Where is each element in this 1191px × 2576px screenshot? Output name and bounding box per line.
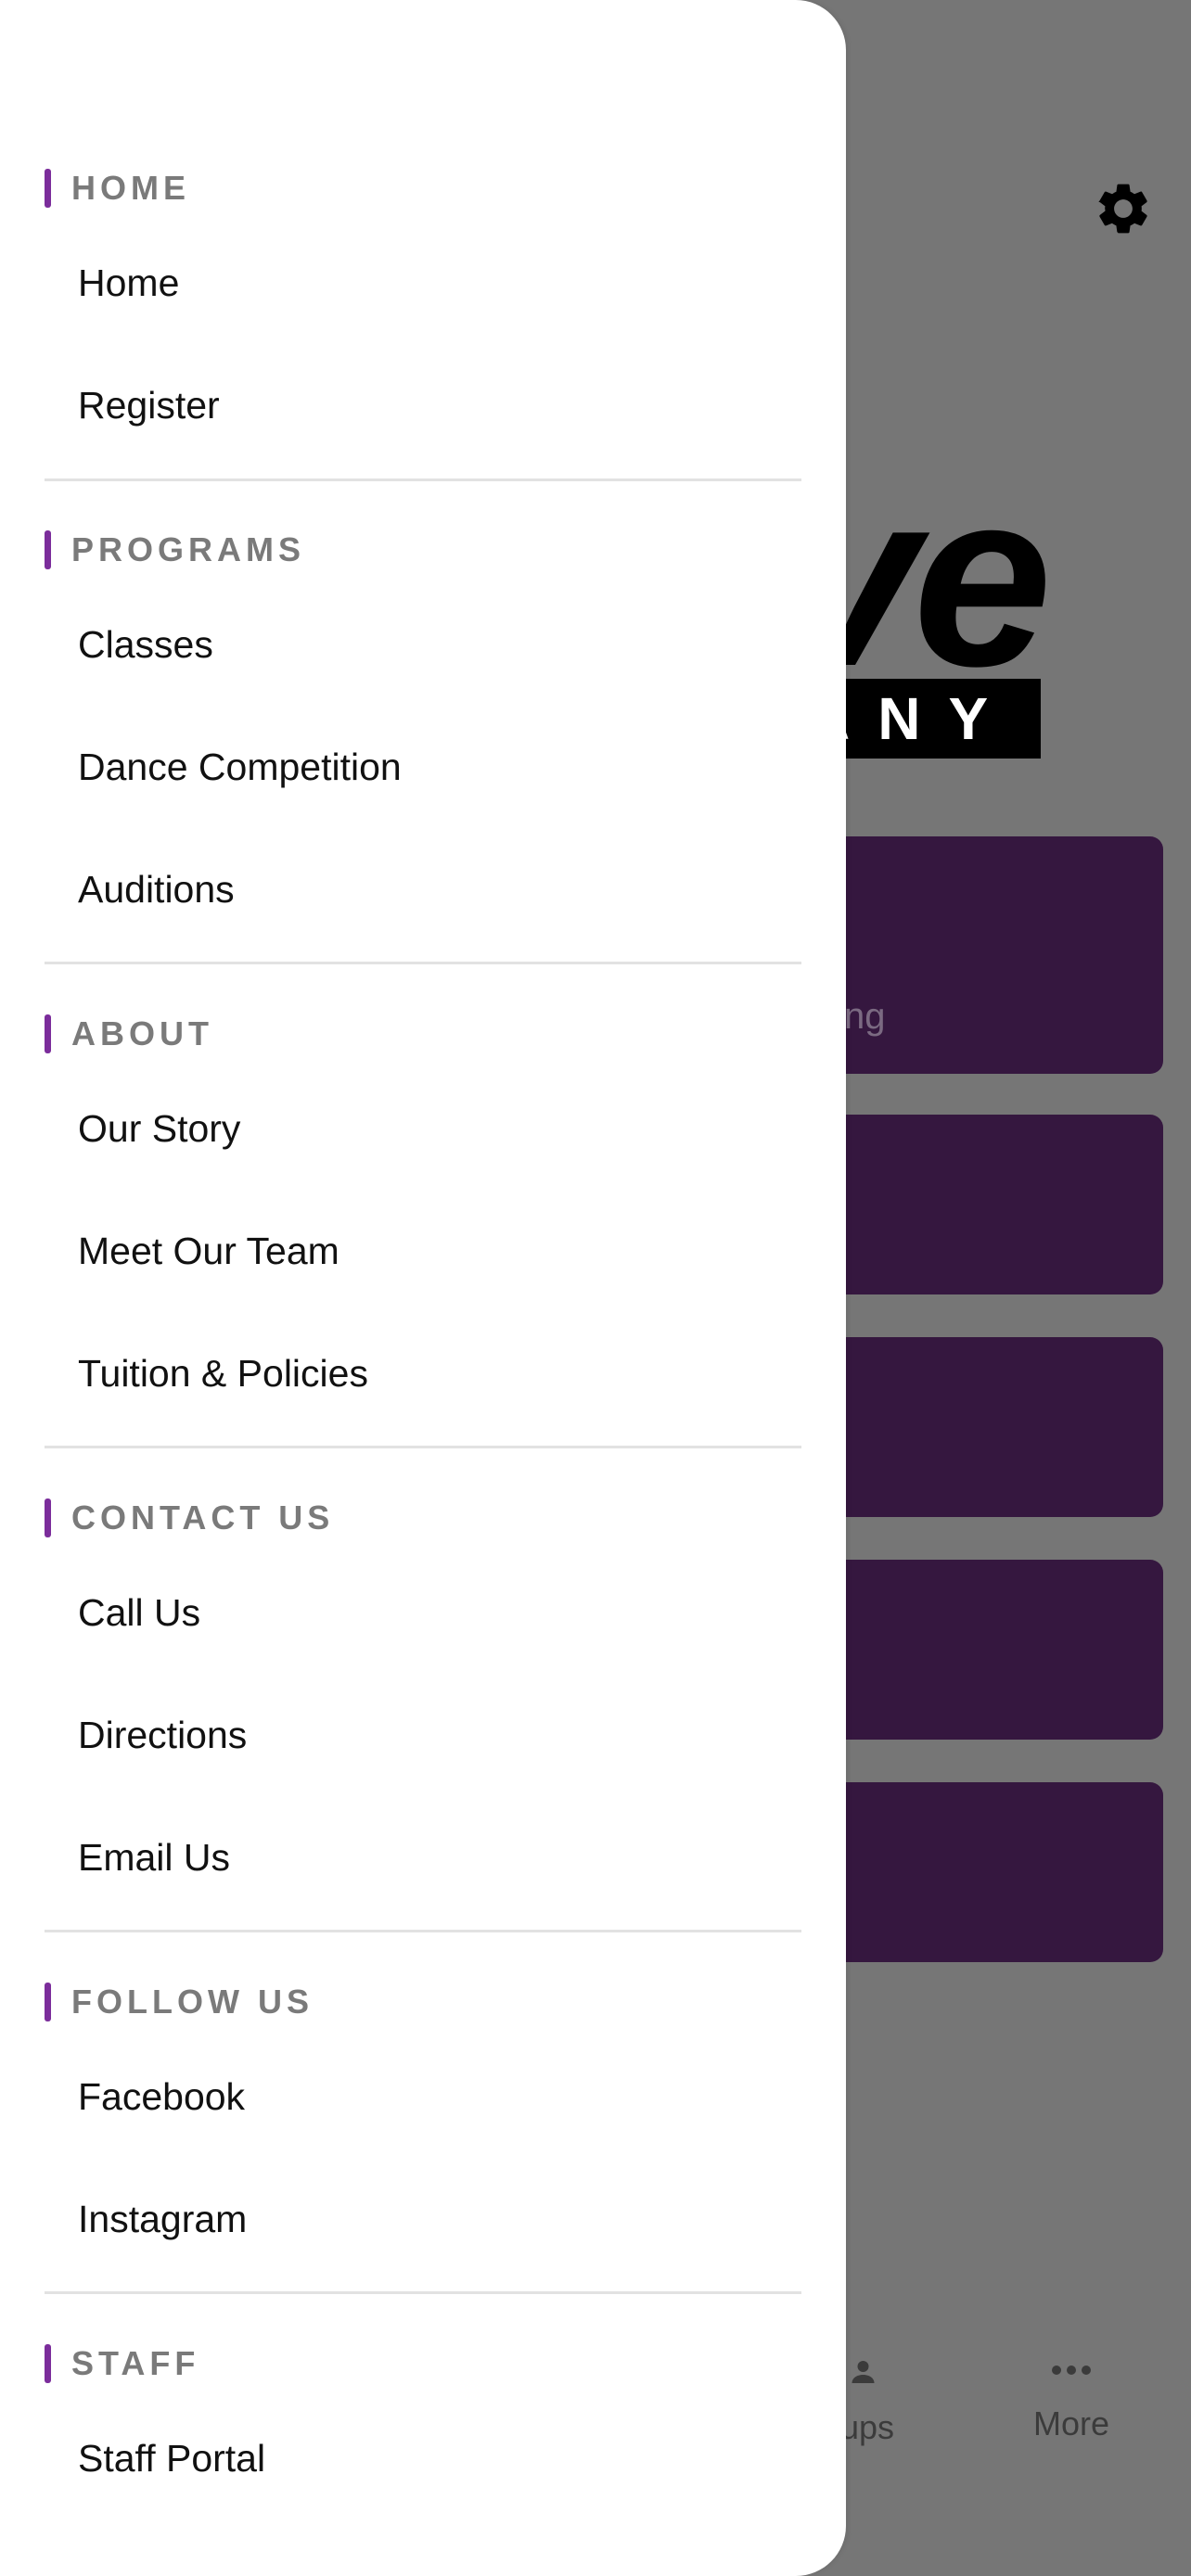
home-card-4[interactable] <box>798 1560 1163 1740</box>
menu-item-instagram[interactable]: Instagram <box>78 2197 247 2242</box>
section-accent-bar <box>45 1014 51 1053</box>
navigation-drawer: HOME Home Register PROGRAMS Classes Danc… <box>0 0 846 2576</box>
menu-item-our-story[interactable]: Our Story <box>78 1106 240 1152</box>
section-header-about: ABOUT <box>45 1014 213 1053</box>
home-card-1[interactable]: ng <box>798 836 1163 1074</box>
menu-item-tuition-policies[interactable]: Tuition & Policies <box>78 1351 368 1396</box>
section-divider <box>45 2291 801 2294</box>
section-header-staff: STAFF <box>45 2344 199 2383</box>
section-divider <box>45 1446 801 1448</box>
settings-gear-icon[interactable] <box>1093 178 1154 239</box>
section-accent-bar <box>45 530 51 569</box>
menu-item-directions[interactable]: Directions <box>78 1713 247 1758</box>
section-title-follow-us: FOLLOW US <box>71 1983 314 2021</box>
home-card-5[interactable] <box>798 1782 1163 1962</box>
menu-item-dance-competition[interactable]: Dance Competition <box>78 745 402 790</box>
section-title-about: ABOUT <box>71 1014 213 1052</box>
menu-item-meet-our-team[interactable]: Meet Our Team <box>78 1229 339 1274</box>
section-title-programs: PROGRAMS <box>71 530 306 568</box>
section-divider <box>45 478 801 481</box>
section-header-contact-us: CONTACT US <box>45 1498 334 1537</box>
home-card-1-subtitle: ng <box>844 996 886 1037</box>
section-accent-bar <box>45 1498 51 1537</box>
menu-item-staff-portal[interactable]: Staff Portal <box>78 2436 265 2481</box>
menu-item-home[interactable]: Home <box>78 261 179 306</box>
menu-item-classes[interactable]: Classes <box>78 622 213 668</box>
menu-item-call-us[interactable]: Call Us <box>78 1590 200 1636</box>
tab-more-label: More <box>1032 2404 1110 2442</box>
home-card-3[interactable] <box>798 1337 1163 1517</box>
home-card-2[interactable] <box>798 1115 1163 1294</box>
menu-item-auditions[interactable]: Auditions <box>78 867 235 912</box>
section-title-home: HOME <box>71 169 190 207</box>
section-divider <box>45 1930 801 1932</box>
menu-item-email-us[interactable]: Email Us <box>78 1835 230 1881</box>
section-header-follow-us: FOLLOW US <box>45 1983 314 2021</box>
section-accent-bar <box>45 2344 51 2383</box>
section-header-programs: PROGRAMS <box>45 530 305 569</box>
more-dots-icon <box>1011 2352 1132 2395</box>
menu-item-facebook[interactable]: Facebook <box>78 2074 245 2120</box>
section-title-contact-us: CONTACT US <box>71 1498 335 1537</box>
section-accent-bar <box>45 1983 51 2021</box>
section-accent-bar <box>45 169 51 208</box>
section-header-home: HOME <box>45 169 190 208</box>
section-title-staff: STAFF <box>71 2344 200 2382</box>
tab-more[interactable]: More <box>1011 2352 1132 2443</box>
menu-item-register[interactable]: Register <box>78 383 220 428</box>
section-divider <box>45 962 801 964</box>
